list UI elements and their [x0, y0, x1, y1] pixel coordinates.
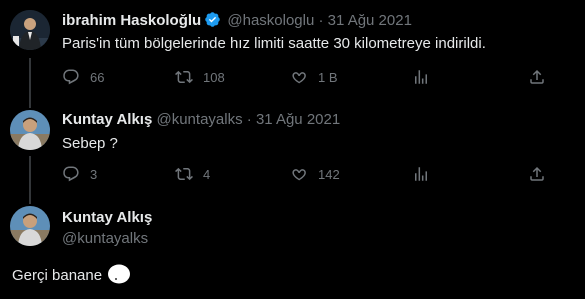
avatar[interactable] [10, 10, 50, 50]
reply-count: 3 [90, 166, 98, 182]
like-button[interactable]: 142 [290, 165, 340, 183]
reply-count: 66 [90, 69, 105, 85]
tweet-text: Sebep ? [62, 135, 118, 152]
reply-icon [63, 166, 79, 182]
share-icon [530, 69, 544, 84]
action-bar: 3 4 142 [62, 165, 544, 185]
share-button[interactable] [528, 68, 546, 86]
retweet-button[interactable]: 108 [175, 68, 225, 86]
tweet-date[interactable]: 31 Ağu 2021 [256, 111, 340, 128]
reply-icon [63, 69, 79, 85]
retweet-icon [175, 70, 193, 84]
tweet-text: Gerçi banane [12, 264, 131, 284]
tweet-date[interactable]: 31 Ağu 2021 [328, 12, 412, 29]
avatar[interactable] [10, 206, 50, 246]
views-icon [415, 70, 427, 84]
tweet-header: ibrahim Haskoloğlu @haskologlu · 31 Ağu … [62, 11, 412, 32]
avatar[interactable] [10, 110, 50, 150]
share-icon [530, 166, 544, 181]
author-name[interactable]: Kuntay Alkış [62, 111, 152, 128]
reply-button[interactable]: 66 [62, 68, 104, 86]
like-count: 142 [318, 166, 340, 182]
retweet-count: 108 [203, 69, 225, 85]
like-count: 1 B [318, 69, 338, 85]
tweet-header: Kuntay Alkış @kuntayalks · 31 Ağu 2021 [62, 111, 340, 128]
avatar-photo [10, 110, 50, 150]
views-button[interactable] [412, 68, 430, 86]
like-icon [292, 72, 306, 84]
author-handle[interactable]: @kuntayalks [156, 111, 242, 128]
share-button[interactable] [528, 165, 546, 183]
author-handle[interactable]: @kuntayalks [62, 230, 148, 247]
verified-badge-icon [204, 11, 221, 32]
thread-line [29, 156, 31, 204]
author-handle[interactable]: @haskologlu [227, 12, 314, 29]
views-button[interactable] [412, 165, 430, 183]
like-icon [292, 169, 306, 181]
avatar-photo [10, 206, 50, 246]
thread-line [29, 58, 31, 108]
retweet-count: 4 [203, 166, 211, 182]
avatar-photo [10, 10, 50, 50]
author-name[interactable]: ibrahim Haskoloğlu [62, 12, 201, 29]
tweet-text: Paris'in tüm bölgelerinde hız limiti saa… [62, 35, 486, 52]
separator-dot: · [246, 111, 252, 128]
reply-button[interactable]: 3 [62, 165, 97, 183]
redacted-emoji-icon [108, 264, 131, 284]
action-bar: 66 108 1 B [62, 68, 544, 88]
views-icon [415, 167, 427, 181]
retweet-icon [175, 167, 193, 181]
separator-dot: · [318, 12, 324, 29]
tweet-text-content: Gerçi banane [12, 267, 103, 284]
retweet-button[interactable]: 4 [175, 165, 210, 183]
author-name[interactable]: Kuntay Alkış [62, 209, 152, 226]
like-button[interactable]: 1 B [290, 68, 338, 86]
